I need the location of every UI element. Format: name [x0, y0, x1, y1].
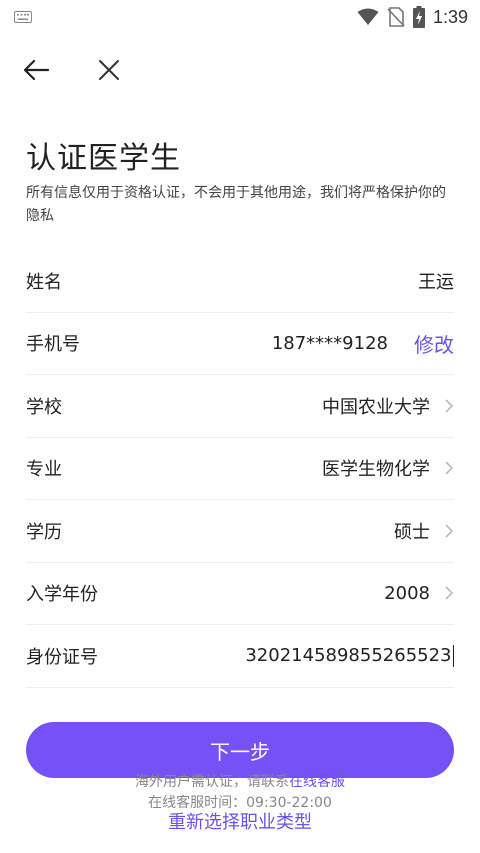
status-bar: 1:39 [0, 0, 480, 34]
major-value-group: 医学生物化学 [322, 438, 454, 500]
reselect-career-type-link[interactable]: 重新选择职业类型 [0, 808, 480, 834]
degree-label: 学历 [26, 521, 62, 543]
degree-value-group: 硕士 [394, 500, 454, 562]
form-row-major[interactable]: 专业 医学生物化学 [26, 438, 454, 500]
status-time: 1:39 [432, 6, 468, 27]
phone-value-group: 187****9128 修改 [272, 313, 454, 375]
chevron-right-icon [445, 524, 454, 538]
overseas-note: 海外用户需认证，请联系在线客服 [0, 771, 480, 791]
phone-label: 手机号 [26, 334, 80, 356]
battery-charging-icon [412, 6, 425, 28]
form-row-enrollment-year[interactable]: 入学年份 2008 [26, 563, 454, 625]
form-row-name: 姓名 王运 [26, 250, 454, 313]
name-label: 姓名 [26, 271, 62, 293]
name-value: 王运 [418, 271, 454, 293]
nav-bar [0, 48, 480, 92]
chevron-right-icon [445, 461, 454, 475]
enrollment-year-value: 2008 [384, 582, 430, 604]
form-row-id-number[interactable]: 身份证号 320214589855265523 [26, 625, 454, 688]
id-number-value: 320214589855265523 [245, 645, 452, 667]
keyboard-icon [14, 11, 32, 23]
form-row-phone: 手机号 187****9128 修改 [26, 313, 454, 375]
form-row-degree[interactable]: 学历 硕士 [26, 500, 454, 563]
major-label: 专业 [26, 459, 62, 481]
id-number-input[interactable]: 320214589855265523 [245, 625, 454, 687]
major-value: 医学生物化学 [322, 459, 430, 481]
page-title: 认证医学生 [26, 141, 181, 176]
school-value-group: 中国农业大学 [322, 375, 454, 437]
school-value: 中国农业大学 [322, 396, 430, 418]
verification-form: 姓名 王运 手机号 187****9128 修改 学校 中国农业大学 专业 医学… [26, 250, 454, 688]
phone-value: 187****9128 [271, 332, 388, 354]
edit-phone-link[interactable]: 修改 [414, 329, 454, 358]
enrollment-year-value-group: 2008 [384, 563, 454, 625]
form-row-school[interactable]: 学校 中国农业大学 [26, 375, 454, 438]
no-sim-icon [387, 7, 405, 27]
id-number-label: 身份证号 [26, 646, 98, 668]
school-label: 学校 [26, 396, 62, 418]
wifi-icon [357, 8, 379, 25]
chevron-right-icon [445, 399, 454, 413]
online-service-link[interactable]: 在线客服 [289, 774, 345, 790]
back-arrow-icon[interactable] [22, 58, 50, 82]
degree-value: 硕士 [394, 521, 430, 543]
text-cursor [452, 644, 454, 667]
next-step-button[interactable]: 下一步 [26, 722, 454, 778]
close-icon[interactable] [97, 58, 121, 82]
enrollment-year-label: 入学年份 [26, 584, 98, 606]
overseas-note-text: 海外用户需认证，请联系 [135, 774, 289, 790]
privacy-subtitle: 所有信息仅用于资格认证，不会用于其他用途，我们将严格保护你的隐私 [26, 185, 446, 224]
chevron-right-icon [445, 586, 454, 600]
